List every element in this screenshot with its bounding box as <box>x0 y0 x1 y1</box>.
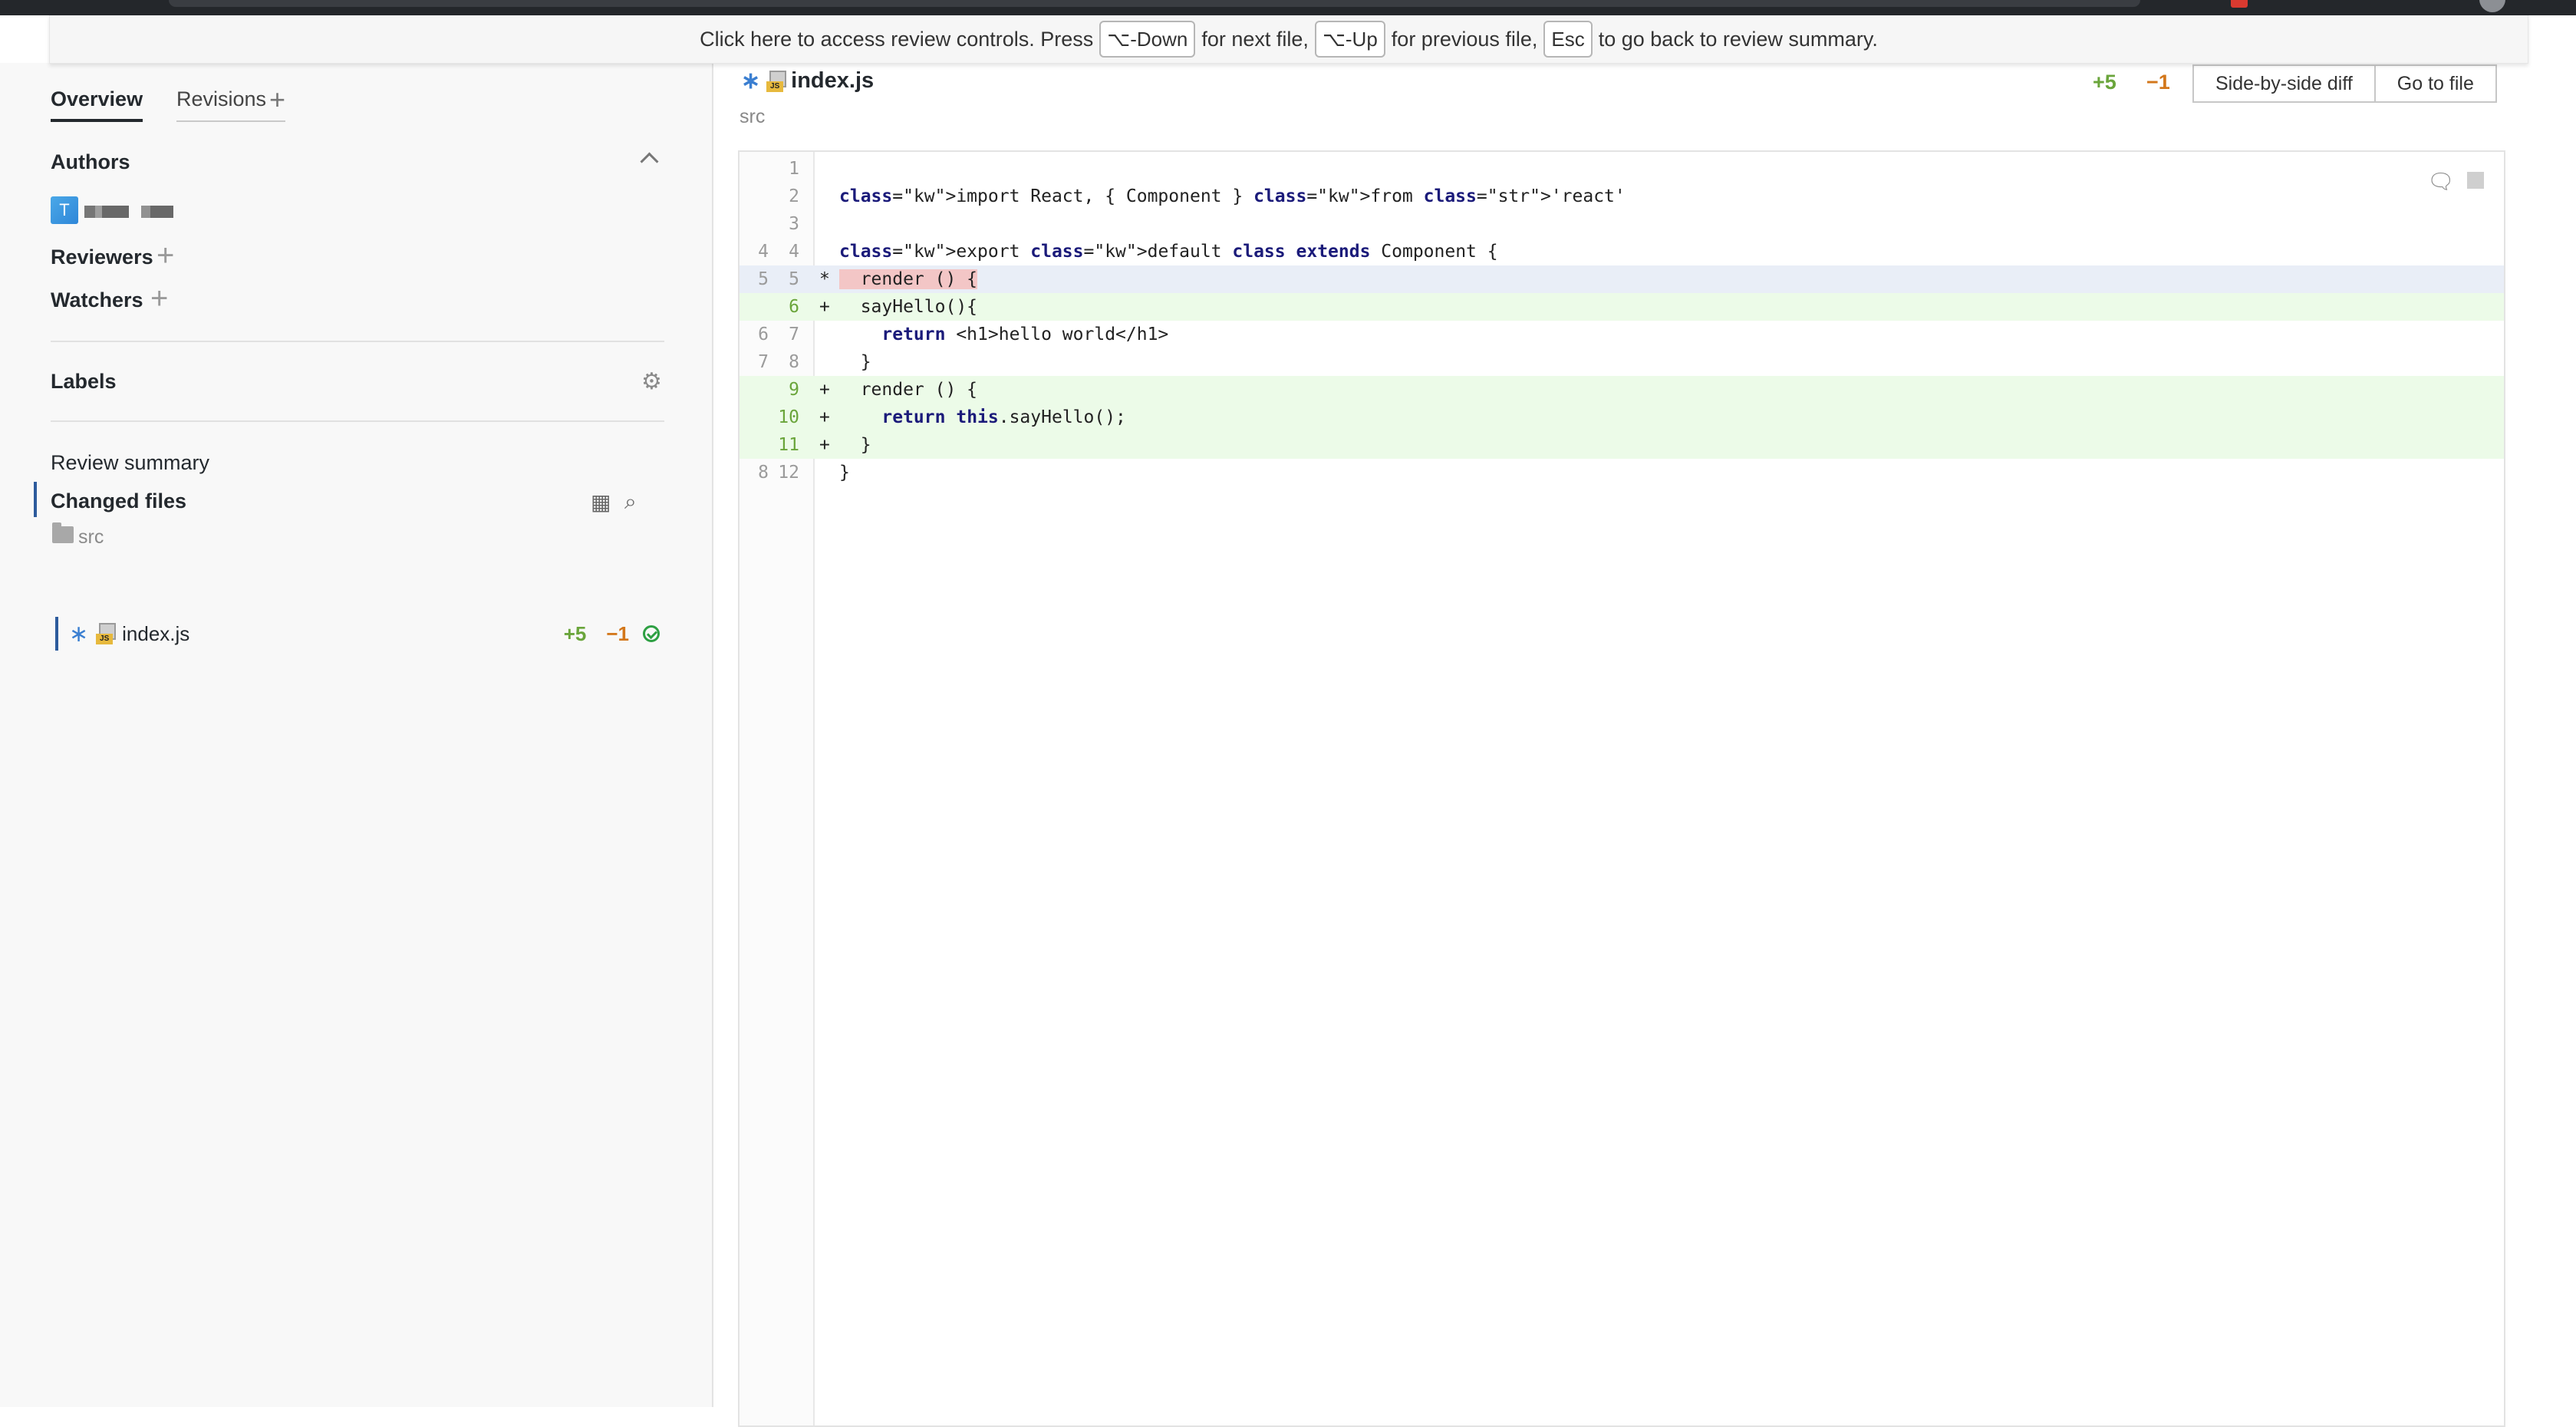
diff-view: 🗨 1 2 class="kw">import React, { Component… <box>738 150 2505 1427</box>
new-line-number: 6 <box>789 297 799 317</box>
address-bar[interactable] <box>169 0 2140 7</box>
new-line-number: 2 <box>789 186 799 206</box>
code-text: return <h1>hello world</h1> <box>881 325 1169 344</box>
new-line-number: 11 <box>778 435 799 455</box>
removed-count: −1 <box>2146 71 2170 94</box>
new-line-number: 8 <box>789 352 799 372</box>
diff-line[interactable]: 8 12} <box>740 459 2504 486</box>
diff-line[interactable]: 9 + render () { <box>740 376 2504 404</box>
code-text: sayHello(){ <box>839 297 978 317</box>
review-sidebar: Overview Revisions + Authors T Reviewers … <box>0 63 713 1407</box>
modified-star-icon: ∗ <box>69 621 89 647</box>
diff-line[interactable]: 4 4 class="kw">export class="kw">default c… <box>740 238 2504 265</box>
new-line-number: 4 <box>789 242 799 262</box>
selected-file-indicator <box>55 617 58 651</box>
diff-line[interactable]: 5 5 * render () { <box>740 265 2504 293</box>
banner-text: for next file, <box>1201 27 1309 51</box>
add-watcher-icon[interactable]: + <box>150 283 168 314</box>
modified-star-icon: ∗ <box>741 68 761 94</box>
js-file-icon: JS <box>766 70 787 92</box>
removed-count: −1 <box>606 621 629 645</box>
diff-line[interactable]: 78 } <box>740 348 2504 376</box>
map-icon[interactable]: ▦ <box>591 489 611 515</box>
js-file-icon: JS <box>96 623 117 644</box>
file-title: index.js <box>791 68 875 93</box>
reviewed-check-icon[interactable] <box>643 625 660 642</box>
new-line-number: 1 <box>789 159 799 179</box>
code-text: render () { <box>839 380 978 400</box>
code-text: render () { <box>839 269 978 289</box>
diff-line[interactable]: 1 <box>740 155 2504 183</box>
changed-files-title[interactable]: Changed files <box>51 489 186 513</box>
review-controls-banner[interactable]: Click here to access review controls. Pr… <box>49 15 2528 64</box>
file-directory: src <box>740 106 766 127</box>
author-name-redacted <box>84 206 173 218</box>
reviewers-title: Reviewers <box>51 246 153 269</box>
selected-indicator <box>34 482 37 517</box>
key-previous-file: ⌥-Up <box>1314 21 1385 58</box>
divider <box>51 420 664 422</box>
banner-text: to go back to review summary. <box>1598 27 1878 51</box>
key-next-file: ⌥-Down <box>1099 21 1196 58</box>
old-line-number: 8 <box>758 463 769 483</box>
banner-text: Click here to access review controls. Pr… <box>700 27 1094 51</box>
add-reviewer-icon[interactable]: + <box>156 240 174 271</box>
old-line-number: 7 <box>758 352 769 372</box>
diff-line[interactable]: 10 + return this.sayHello(); <box>740 404 2504 431</box>
author-avatar: T <box>51 196 78 224</box>
diff-line[interactable]: 6 + sayHello(){ <box>740 293 2504 321</box>
profile-avatar-icon[interactable] <box>2479 0 2505 12</box>
browser-chrome-strip <box>0 0 2576 15</box>
go-to-file-button[interactable]: Go to file <box>2375 64 2497 103</box>
banner-text: for previous file, <box>1391 27 1538 51</box>
labels-title: Labels <box>51 370 117 393</box>
change-marker: + <box>819 407 830 427</box>
added-count: +5 <box>2093 71 2116 94</box>
side-by-side-diff-button[interactable]: Side-by-side diff <box>2192 64 2376 103</box>
code-text: } <box>839 352 871 372</box>
authors-title: Authors <box>51 150 130 173</box>
change-marker: + <box>819 435 830 455</box>
code-text: class="kw">import React, { Component } c… <box>839 186 1626 206</box>
added-count: +5 <box>563 621 587 645</box>
old-line-number: 6 <box>758 325 769 344</box>
tab-revisions-label: Revisions <box>176 87 267 110</box>
file-actions: Side-by-side diff Go to file <box>2192 64 2497 103</box>
file-list-item[interactable]: ∗ JS index.js +5 −1 <box>69 618 660 649</box>
chevron-up-icon[interactable] <box>640 152 659 171</box>
watchers-title: Watchers <box>51 288 143 311</box>
diff-line[interactable]: 3 <box>740 210 2504 238</box>
notification-badge-icon[interactable] <box>2231 0 2248 8</box>
file-name: index.js <box>122 621 190 645</box>
gear-icon[interactable]: ⚙ <box>641 368 662 395</box>
new-line-number: 9 <box>789 380 799 400</box>
diff-line[interactable]: 11 + } <box>740 431 2504 459</box>
code-text: class="kw">export class="kw">default cla… <box>839 242 1498 262</box>
code-text: } <box>839 435 871 455</box>
old-line-number: 4 <box>758 242 769 262</box>
new-line-number: 5 <box>789 269 799 289</box>
new-line-number: 3 <box>789 214 799 234</box>
old-line-number: 5 <box>758 269 769 289</box>
code-text: } <box>839 463 850 483</box>
change-marker: * <box>819 269 830 289</box>
folder-icon <box>52 522 74 543</box>
file-header: ∗ JS index.js <box>741 68 874 94</box>
search-icon[interactable]: ⌕ <box>624 489 637 515</box>
add-revision-icon[interactable]: + <box>269 84 285 115</box>
folder-label[interactable]: src <box>78 526 104 549</box>
divider <box>51 341 664 342</box>
tab-revisions[interactable]: Revisions + <box>176 84 286 122</box>
new-line-number: 7 <box>789 325 799 344</box>
code-text: return this.sayHello(); <box>881 407 1126 427</box>
change-marker: + <box>819 380 830 400</box>
new-line-number: 10 <box>778 407 799 427</box>
change-marker: + <box>819 297 830 317</box>
review-summary-link[interactable]: Review summary <box>51 451 209 475</box>
new-line-number: 12 <box>778 463 799 483</box>
tab-overview[interactable]: Overview <box>51 87 143 122</box>
key-escape: Esc <box>1543 21 1593 58</box>
diff-line[interactable]: 2 class="kw">import React, { Component } … <box>740 183 2504 210</box>
diff-line[interactable]: 6 7 return <h1>hello world</h1> <box>740 321 2504 348</box>
